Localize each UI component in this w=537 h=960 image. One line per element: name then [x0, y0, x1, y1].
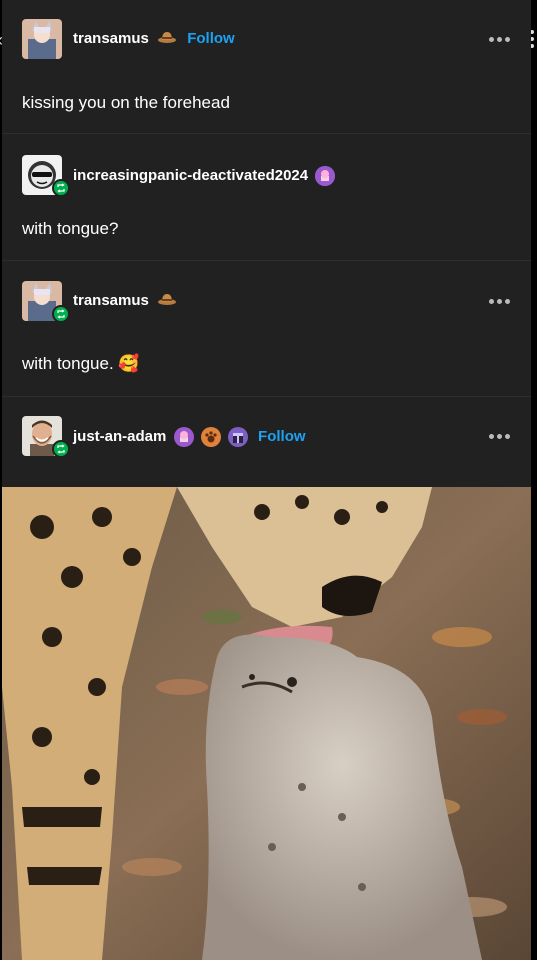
- hat-icon: [157, 292, 177, 310]
- avatar[interactable]: [22, 19, 62, 59]
- cupcake-badge-icon: [173, 427, 194, 447]
- username[interactable]: increasingpanic-deactivated2024: [73, 167, 308, 184]
- username-row: transamus: [73, 292, 177, 310]
- cupcake-badge-icon: [315, 166, 336, 186]
- more-options-icon[interactable]: [489, 34, 511, 44]
- username-row: just-an-adam Follow: [73, 427, 306, 447]
- username-row: increasingpanic-deactivated2024: [73, 166, 336, 186]
- username[interactable]: just-an-adam: [73, 428, 166, 445]
- reblog-icon: [52, 179, 70, 197]
- divider: [2, 396, 531, 397]
- post-text: with tongue?: [22, 219, 119, 238]
- post-header: transamus Follow: [2, 19, 531, 59]
- reblog-header: increasingpanic-deactivated2024: [2, 155, 531, 197]
- cheetah-photo[interactable]: [2, 487, 531, 960]
- username[interactable]: transamus: [73, 30, 149, 47]
- more-options-icon[interactable]: [489, 431, 511, 441]
- follow-button[interactable]: Follow: [258, 428, 306, 445]
- more-options-icon[interactable]: [489, 296, 511, 306]
- reblog-icon: [52, 440, 70, 458]
- reblog-icon: [52, 305, 70, 323]
- paw-badge-icon: [200, 427, 221, 447]
- hat-icon: [157, 30, 177, 48]
- divider: [2, 260, 531, 261]
- post-text: kissing you on the forehead: [22, 93, 230, 112]
- username-row: transamus Follow: [73, 30, 235, 48]
- follow-button[interactable]: Follow: [187, 30, 235, 47]
- post-thread: transamus Follow kissing you on the fore…: [2, 0, 531, 960]
- reblog-header: just-an-adam Follow: [2, 416, 531, 458]
- gift-badge-icon: [227, 427, 248, 447]
- reblog-header: transamus: [2, 281, 531, 323]
- divider: [2, 133, 531, 134]
- username[interactable]: transamus: [73, 292, 149, 309]
- post-text: with tongue. 🥰: [22, 354, 140, 373]
